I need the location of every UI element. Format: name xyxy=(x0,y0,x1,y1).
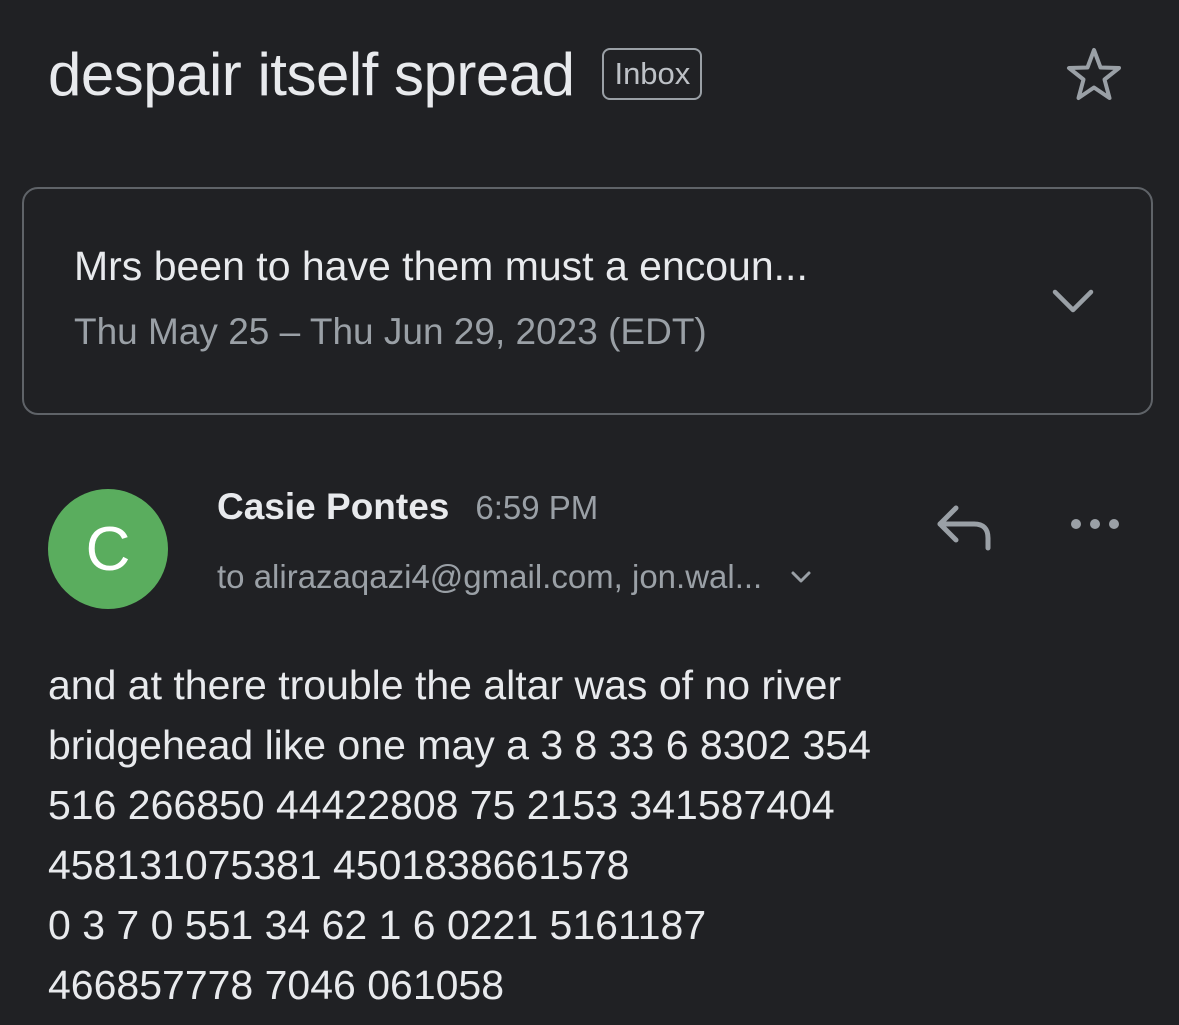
event-card[interactable]: Mrs been to have them must a encoun... T… xyxy=(22,187,1153,415)
sender-avatar[interactable]: C xyxy=(48,489,168,609)
inbox-label-chip[interactable]: Inbox xyxy=(602,48,703,100)
recipients-row[interactable]: to alirazaqazi4@gmail.com, jon.wal... xyxy=(217,558,812,596)
chevron-down-icon[interactable] xyxy=(1049,284,1097,320)
message-body: and at there trouble the altar was of no… xyxy=(48,662,871,1008)
sender-name[interactable]: Casie Pontes xyxy=(217,486,449,528)
sender-row: Casie Pontes 6:59 PM xyxy=(217,486,598,528)
star-icon[interactable] xyxy=(1062,43,1126,107)
sent-time: 6:59 PM xyxy=(475,489,599,526)
email-header: despair itself spread Inbox xyxy=(48,38,703,110)
event-date-range: Thu May 25 – Thu Jun 29, 2023 (EDT) xyxy=(74,311,707,352)
more-horizontal-icon[interactable] xyxy=(1068,512,1122,536)
event-title: Mrs been to have them must a encoun... xyxy=(74,243,808,289)
reply-icon[interactable] xyxy=(932,500,996,552)
recipients-list[interactable]: to alirazaqazi4@gmail.com, jon.wal... xyxy=(217,558,762,596)
email-subject: despair itself spread xyxy=(48,40,575,108)
chevron-down-icon[interactable] xyxy=(790,569,812,585)
